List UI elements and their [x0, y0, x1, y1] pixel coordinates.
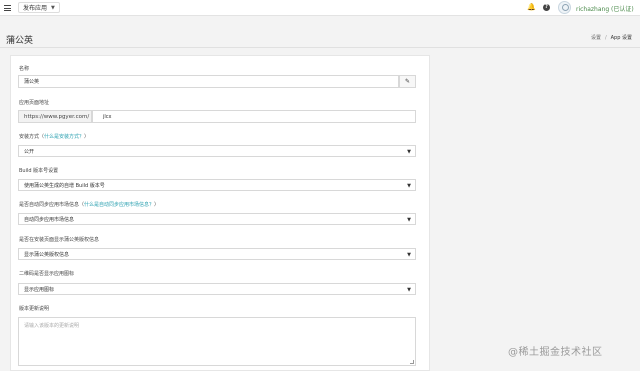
- install-help-link[interactable]: 什么是安装方式？: [44, 134, 84, 140]
- caret-down-icon: ▼: [407, 149, 411, 155]
- url-prefix: https://www.pgyer.com/: [18, 110, 92, 123]
- sync-help-link[interactable]: 什么是自动同步应用市场信息？: [84, 202, 154, 208]
- caret-down-icon: ▼: [407, 217, 411, 223]
- build-version-label: Build 版本号设置: [19, 168, 59, 174]
- sync-label-text: 是否自动同步应用市场信息（: [19, 202, 85, 208]
- breadcrumb: 设置 / App 设置: [591, 34, 632, 42]
- caret-down-icon: ▼: [407, 287, 411, 293]
- copyright-select[interactable]: 显示蒲公英版权信息 ▼: [18, 248, 416, 260]
- pencil-icon: ✎: [404, 78, 411, 85]
- page-title: 蒲公英: [6, 36, 34, 46]
- copyright-label: 是否在安装页面显示蒲公英版权信息: [19, 237, 100, 243]
- install-method-select[interactable]: 公开 ▼: [18, 145, 416, 157]
- watermark: @稀土掘金技术社区: [508, 347, 603, 358]
- avatar[interactable]: [558, 1, 571, 14]
- sync-label-end: ）: [154, 202, 160, 208]
- caret-down-icon: ▼: [407, 252, 411, 258]
- update-notes-label: 版本更新说明: [19, 306, 50, 312]
- qrcode-icon-select[interactable]: 显示应用图标 ▼: [18, 283, 416, 295]
- update-notes-placeholder: 请输入该版本的更新说明: [24, 323, 80, 329]
- breadcrumb-separator: /: [604, 34, 607, 41]
- install-method-value: 公开: [24, 148, 35, 155]
- publish-app-label: 发布应用: [23, 5, 48, 12]
- qrcode-icon-label: 二维码是否显示应用图标: [19, 271, 75, 277]
- header-divider: [0, 47, 640, 48]
- username[interactable]: richazhang (已认证): [576, 4, 634, 13]
- top-navbar: 发布应用 ▼ 🔔 ? richazhang (已认证): [0, 0, 640, 16]
- update-notes-textarea[interactable]: 请输入该版本的更新说明: [18, 317, 416, 366]
- build-version-value: 使用蒲公英生成的自增 Build 版本号: [24, 182, 105, 189]
- sync-market-label: 是否自动同步应用市场信息（什么是自动同步应用市场信息？）: [19, 201, 159, 208]
- url-input[interactable]: jlcx: [92, 110, 416, 123]
- build-version-select[interactable]: 使用蒲公英生成的自增 Build 版本号 ▼: [18, 179, 416, 191]
- caret-down-icon: ▼: [407, 183, 411, 189]
- install-label-text: 安装方式（: [19, 134, 45, 140]
- qrcode-icon-value: 显示应用图标: [24, 286, 55, 293]
- url-value: jlcx: [103, 113, 112, 120]
- name-value: 蒲公英: [24, 79, 40, 85]
- publish-app-dropdown[interactable]: 发布应用 ▼: [18, 2, 60, 13]
- name-label: 名称: [19, 66, 30, 72]
- copyright-value: 显示蒲公英版权信息: [24, 251, 70, 258]
- install-label-end: ）: [84, 134, 90, 140]
- menu-icon[interactable]: [4, 5, 11, 11]
- breadcrumb-app-settings: App 设置: [610, 35, 632, 41]
- install-method-label: 安装方式（什么是安装方式？）: [19, 133, 89, 140]
- url-label: 应用页面地址: [19, 100, 50, 106]
- bell-icon[interactable]: 🔔: [527, 4, 536, 11]
- chevron-down-icon: ▼: [51, 4, 55, 11]
- edit-name-button[interactable]: ✎: [399, 75, 416, 88]
- sync-market-select[interactable]: 自动同步应用市场信息 ▼: [18, 213, 416, 225]
- sync-market-value: 自动同步应用市场信息: [24, 216, 75, 223]
- resize-handle[interactable]: [410, 360, 414, 364]
- breadcrumb-settings[interactable]: 设置: [591, 34, 601, 41]
- help-icon[interactable]: ?: [543, 4, 550, 11]
- name-input[interactable]: 蒲公英: [18, 75, 399, 88]
